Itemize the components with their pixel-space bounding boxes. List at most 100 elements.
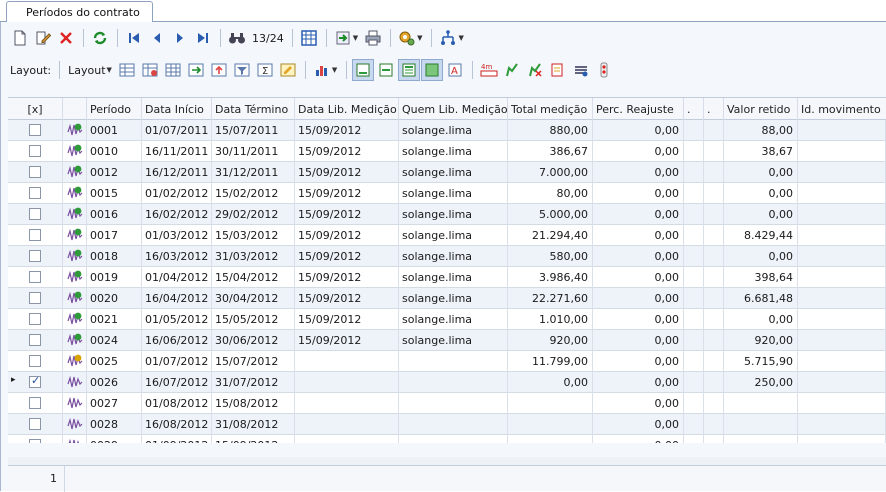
cell-empty[interactable] bbox=[798, 162, 886, 183]
chevron-down-icon[interactable]: ▼ bbox=[107, 66, 112, 74]
cell-termino[interactable]: 30/11/2011 bbox=[212, 141, 295, 162]
new-record-button[interactable] bbox=[9, 27, 31, 49]
layout-grid-button[interactable] bbox=[162, 59, 184, 81]
unrelease-button[interactable] bbox=[524, 59, 546, 81]
cell-retido[interactable] bbox=[724, 393, 798, 414]
row-checkbox[interactable] bbox=[29, 374, 41, 388]
edit-record-button[interactable] bbox=[32, 27, 54, 49]
cell-termino[interactable]: 15/09/2012 bbox=[212, 435, 295, 443]
table-row[interactable]: 0020 16/04/2012 30/04/2012 15/09/2012 solang… bbox=[8, 288, 886, 309]
table-row[interactable]: 0010 16/11/2011 30/11/2011 15/09/2012 solang… bbox=[8, 141, 886, 162]
row-checkbox[interactable] bbox=[29, 334, 41, 346]
table-row[interactable]: 0021 01/05/2012 15/05/2012 15/09/2012 solang… bbox=[8, 309, 886, 330]
cell-inicio[interactable]: 16/07/2012 bbox=[142, 372, 212, 393]
row-checkbox[interactable] bbox=[29, 313, 41, 325]
chevron-down-icon[interactable]: ▼ bbox=[417, 34, 422, 42]
cell-retido[interactable]: 0,00 bbox=[724, 246, 798, 267]
tab-periodos-contrato[interactable]: Períodos do contrato bbox=[6, 1, 153, 23]
cell-empty[interactable] bbox=[704, 414, 724, 435]
cell-inicio[interactable]: 16/04/2012 bbox=[142, 288, 212, 309]
view-group-panel-button[interactable] bbox=[352, 59, 375, 81]
export-button[interactable] bbox=[332, 27, 354, 49]
table-row[interactable]: 0025 01/07/2012 15/07/2012 11.799,00 0,00 5.7… bbox=[8, 351, 886, 372]
table-row[interactable]: 0018 16/03/2012 31/03/2012 15/09/2012 solang… bbox=[8, 246, 886, 267]
cell-empty[interactable] bbox=[684, 162, 704, 183]
column-header-select[interactable]: [x] bbox=[8, 98, 63, 120]
table-row[interactable]: 0017 01/03/2012 15/03/2012 15/09/2012 solang… bbox=[8, 225, 886, 246]
table-row[interactable]: 0012 16/12/2011 31/12/2011 15/09/2012 solang… bbox=[8, 162, 886, 183]
table-row[interactable]: 0015 01/02/2012 15/02/2012 15/09/2012 solang… bbox=[8, 183, 886, 204]
column-header-periodo[interactable]: Período bbox=[87, 98, 142, 120]
document-button[interactable] bbox=[547, 59, 569, 81]
cell-perc[interactable]: 0,00 bbox=[593, 225, 684, 246]
cell-empty[interactable] bbox=[798, 267, 886, 288]
layout-save-button[interactable] bbox=[116, 59, 138, 81]
cell-empty[interactable] bbox=[684, 141, 704, 162]
cell-empty[interactable] bbox=[684, 330, 704, 351]
cell-quem[interactable]: solange.lima bbox=[399, 246, 508, 267]
cell-periodo[interactable]: 0018 bbox=[87, 246, 142, 267]
cell-empty[interactable] bbox=[684, 288, 704, 309]
cell-total[interactable]: 21.294,40 bbox=[508, 225, 593, 246]
cell-perc[interactable]: 0,00 bbox=[593, 330, 684, 351]
cell-termino[interactable]: 15/04/2012 bbox=[212, 267, 295, 288]
cell-periodo[interactable]: 0024 bbox=[87, 330, 142, 351]
cell-empty[interactable] bbox=[704, 267, 724, 288]
cell-empty[interactable] bbox=[704, 183, 724, 204]
refresh-button[interactable] bbox=[89, 27, 111, 49]
ledger-button[interactable] bbox=[570, 59, 592, 81]
cell-periodo[interactable]: 0012 bbox=[87, 162, 142, 183]
cell-empty[interactable] bbox=[704, 246, 724, 267]
cell-empty[interactable] bbox=[684, 351, 704, 372]
row-checkbox[interactable] bbox=[29, 292, 41, 304]
cell-perc[interactable]: 0,00 bbox=[593, 141, 684, 162]
view-header-button[interactable] bbox=[398, 59, 421, 81]
cell-perc[interactable]: 0,00 bbox=[593, 351, 684, 372]
cell-empty[interactable] bbox=[704, 330, 724, 351]
cell-empty[interactable] bbox=[684, 246, 704, 267]
column-header-perc-reajuste[interactable]: Perc. Reajuste bbox=[593, 98, 684, 120]
column-header-id-movimento[interactable]: Id. movimento bbox=[798, 98, 886, 120]
layout-delete-button[interactable] bbox=[139, 59, 161, 81]
cell-quem[interactable]: solange.lima bbox=[399, 288, 508, 309]
cell-termino[interactable]: 15/07/2011 bbox=[212, 120, 295, 141]
column-header-data-inicio[interactable]: Data Início bbox=[142, 98, 212, 120]
process-button[interactable] bbox=[437, 27, 459, 49]
cell-lib[interactable] bbox=[295, 393, 399, 414]
print-button[interactable] bbox=[362, 27, 384, 49]
cell-empty[interactable] bbox=[704, 204, 724, 225]
cell-perc[interactable]: 0,00 bbox=[593, 393, 684, 414]
cell-total[interactable]: 0,00 bbox=[508, 372, 593, 393]
cell-retido[interactable]: 0,00 bbox=[724, 162, 798, 183]
column-header-data-termino[interactable]: Data Término bbox=[212, 98, 295, 120]
row-checkbox[interactable] bbox=[29, 208, 41, 220]
cell-lib[interactable]: 15/09/2012 bbox=[295, 309, 399, 330]
cell-empty[interactable] bbox=[798, 372, 886, 393]
cell-empty[interactable] bbox=[798, 309, 886, 330]
cell-retido[interactable]: 0,00 bbox=[724, 183, 798, 204]
cell-quem[interactable]: solange.lima bbox=[399, 183, 508, 204]
cell-perc[interactable]: 0,00 bbox=[593, 183, 684, 204]
cell-periodo[interactable]: 0029 bbox=[87, 435, 142, 443]
cell-termino[interactable]: 15/02/2012 bbox=[212, 183, 295, 204]
cell-total[interactable]: 22.271,60 bbox=[508, 288, 593, 309]
cell-periodo[interactable]: 0001 bbox=[87, 120, 142, 141]
delete-record-button[interactable] bbox=[55, 27, 77, 49]
cell-quem[interactable]: solange.lima bbox=[399, 225, 508, 246]
chart-button[interactable] bbox=[311, 59, 333, 81]
cell-empty[interactable] bbox=[704, 288, 724, 309]
cell-inicio[interactable]: 01/04/2012 bbox=[142, 267, 212, 288]
row-checkbox[interactable] bbox=[29, 418, 41, 430]
cell-empty[interactable] bbox=[704, 351, 724, 372]
cell-empty[interactable] bbox=[798, 330, 886, 351]
cell-termino[interactable]: 29/02/2012 bbox=[212, 204, 295, 225]
column-header-status[interactable] bbox=[63, 98, 87, 120]
cell-inicio[interactable]: 01/08/2012 bbox=[142, 393, 212, 414]
cell-quem[interactable]: solange.lima bbox=[399, 267, 508, 288]
cell-inicio[interactable]: 16/02/2012 bbox=[142, 204, 212, 225]
cell-inicio[interactable]: 01/03/2012 bbox=[142, 225, 212, 246]
tools-button[interactable] bbox=[396, 27, 418, 49]
cell-inicio[interactable]: 01/07/2011 bbox=[142, 120, 212, 141]
cell-total[interactable] bbox=[508, 414, 593, 435]
next-record-button[interactable] bbox=[169, 27, 191, 49]
